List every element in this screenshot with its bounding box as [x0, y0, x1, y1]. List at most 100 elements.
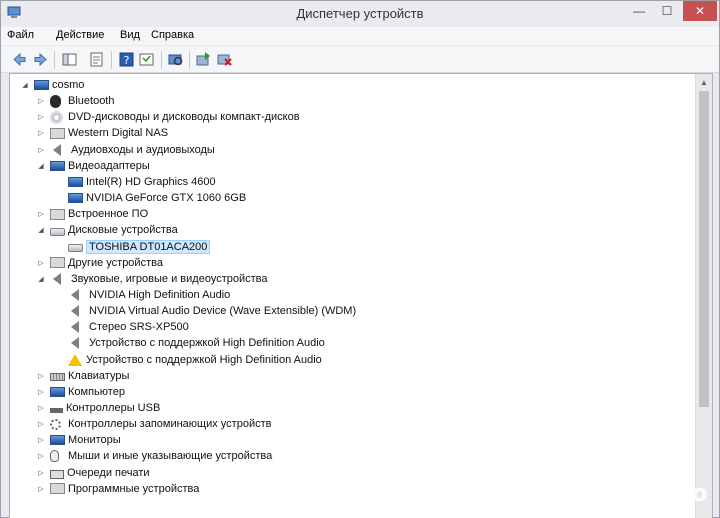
tree-row-label: Мыши и иные указывающие устройства [68, 450, 273, 463]
maximize-button[interactable]: ☐ [653, 1, 681, 21]
tree-row-label: Дисковые устройства [68, 224, 178, 237]
svg-text:?: ? [124, 54, 130, 67]
expand-arrow-icon[interactable]: ▷ [36, 146, 46, 154]
tree-row-label: Мониторы [68, 434, 121, 447]
action-icon[interactable] [138, 51, 155, 68]
tree-row-label: Другие устройства [68, 256, 163, 269]
device-tree[interactable]: ◢ cosmo ▷ Bluetooth ▷ DVD-дисководы и дисково… [9, 73, 713, 518]
back-icon[interactable] [11, 51, 28, 68]
tree-row-label: Контроллеры USB [66, 402, 161, 414]
tree-row-label: Программные устройства [68, 482, 200, 495]
tree-row[interactable]: Intel(R) HD Graphics 4600 [54, 174, 216, 190]
speaker-warning-icon [68, 353, 82, 366]
expand-arrow-icon[interactable]: ▷ [36, 485, 46, 493]
uninstall-icon[interactable] [216, 51, 233, 68]
disk-icon [68, 244, 83, 252]
tree-row[interactable]: ▷ DVD-дисководы и дисководы компакт-диско… [36, 109, 300, 125]
menu-view[interactable]: Вид [120, 29, 140, 41]
tree-row[interactable]: ◢ Звуковые, игровые и видеоустройства [36, 271, 268, 287]
other-devices-icon [50, 257, 65, 269]
tree-row-label: Звуковые, игровые и видеоустройства [71, 272, 268, 285]
scroll-up-arrow-icon[interactable]: ▲ [696, 74, 712, 91]
forward-icon[interactable] [32, 51, 49, 68]
avito-watermark: Avito [613, 477, 713, 509]
title-bar[interactable]: Диспетчер устройств — ☐ ✕ [1, 1, 719, 27]
speaker-icon [71, 321, 79, 334]
expand-arrow-icon[interactable]: ▷ [36, 113, 46, 121]
scroll-thumb[interactable] [699, 91, 709, 407]
speaker-icon [71, 288, 79, 301]
tree-row[interactable]: NVIDIA High Definition Audio [54, 287, 230, 303]
menu-help[interactable]: Справка [151, 29, 194, 41]
tree-row[interactable]: Стерео SRS-XP500 [54, 319, 189, 335]
expand-arrow-icon[interactable]: ▷ [36, 259, 46, 267]
tree-row-label: Встроенное ПО [68, 208, 149, 221]
computer-icon [34, 80, 49, 90]
close-button[interactable]: ✕ [683, 1, 717, 21]
tree-row-label: Аудиовходы и аудиовыходы [71, 143, 215, 156]
properties-icon[interactable] [88, 51, 105, 68]
tree-row[interactable]: ▷ Bluetooth [36, 93, 114, 109]
collapse-arrow-icon[interactable]: ◢ [36, 275, 46, 283]
storage-controller-icon [50, 418, 61, 430]
tree-row-label: DVD-дисководы и дисководы компакт-дисков [68, 111, 300, 124]
toolbar-separator [161, 51, 162, 69]
show-hide-tree-icon[interactable] [61, 51, 78, 68]
tree-row[interactable]: ▷ Другие устройства [36, 255, 163, 271]
collapse-arrow-icon[interactable]: ◢ [36, 226, 46, 234]
tree-row-label: Intel(R) HD Graphics 4600 [86, 175, 216, 188]
tree-row[interactable]: NVIDIA GeForce GTX 1060 6GB [54, 190, 246, 206]
tree-row[interactable]: ▷ Компьютер [36, 384, 125, 400]
tree-row-label: Стерео SRS-XP500 [89, 321, 189, 334]
tree-row[interactable]: ▷ Контроллеры запоминающих устройств [36, 416, 271, 432]
window-title: Диспетчер устройств [296, 6, 424, 21]
tree-row[interactable]: ▷ Встроенное ПО [36, 206, 148, 222]
firmware-icon [50, 208, 65, 220]
expand-arrow-icon[interactable]: ▷ [36, 129, 46, 137]
disk-icon [50, 227, 65, 236]
tree-row[interactable]: ▷ Мониторы [36, 432, 121, 448]
vertical-scrollbar[interactable]: ▲ [695, 74, 712, 518]
tree-row[interactable]: ▷ Клавиатуры [36, 368, 129, 384]
tree-row[interactable]: ▷ Western Digital NAS [36, 125, 168, 141]
tree-row[interactable]: NVIDIA Virtual Audio Device (Wave Extens… [54, 303, 356, 319]
tree-row-label: cosmo [52, 79, 85, 91]
expand-arrow-icon[interactable]: ▷ [36, 97, 46, 105]
expand-arrow-icon[interactable]: ▷ [36, 436, 46, 444]
tree-row[interactable]: ◢ Дисковые устройства [36, 222, 178, 238]
tree-row-label: Очереди печати [67, 466, 150, 479]
collapse-arrow-icon[interactable]: ◢ [36, 162, 46, 170]
tree-row-label: NVIDIA High Definition Audio [89, 288, 231, 301]
watermark-text: Avito [638, 479, 708, 507]
expand-arrow-icon[interactable]: ▷ [36, 452, 46, 460]
expand-arrow-icon[interactable]: ▷ [36, 210, 46, 218]
tree-row[interactable]: ▷ Контроллеры USB [36, 400, 160, 416]
collapse-arrow-icon[interactable]: ◢ [20, 81, 30, 89]
tree-row[interactable]: Устройство с поддержкой High Definition … [54, 335, 325, 351]
help-icon[interactable]: ? [118, 51, 135, 68]
tree-row[interactable]: ◢ Видеоадаптеры [36, 158, 150, 174]
menu-file[interactable]: Файл [7, 29, 34, 41]
minimize-button[interactable]: — [625, 1, 653, 21]
tree-row-label: Устройство с поддержкой High Definition … [86, 353, 322, 366]
tree-row-label: TOSHIBA DT01ACA200 [86, 239, 211, 254]
tree-row[interactable]: ▷ Мыши и иные указывающие устройства [36, 448, 272, 464]
expand-arrow-icon[interactable]: ▷ [36, 404, 46, 412]
expand-arrow-icon[interactable]: ▷ [36, 469, 46, 477]
tree-row[interactable]: ◢ cosmo [20, 77, 84, 93]
scan-hardware-icon[interactable] [167, 51, 184, 68]
tree-row[interactable]: Устройство с поддержкой High Definition … [54, 352, 322, 368]
tree-row[interactable]: ▷ Очереди печати [36, 465, 150, 481]
tree-row[interactable]: TOSHIBA DT01ACA200 [54, 239, 211, 255]
expand-arrow-icon[interactable]: ▷ [36, 388, 46, 396]
tree-row[interactable]: ▷ Программные устройства [36, 481, 199, 497]
expand-arrow-icon[interactable]: ▷ [36, 372, 46, 380]
computer-icon [50, 386, 65, 397]
menu-action[interactable]: Действие [56, 29, 104, 41]
update-driver-icon[interactable] [195, 51, 212, 68]
usb-icon [50, 407, 63, 413]
tree-row[interactable]: ▷ Аудиовходы и аудиовыходы [36, 142, 215, 158]
monitor-icon [50, 435, 65, 446]
tree-row-label: Bluetooth [68, 95, 115, 108]
expand-arrow-icon[interactable]: ▷ [36, 420, 46, 428]
